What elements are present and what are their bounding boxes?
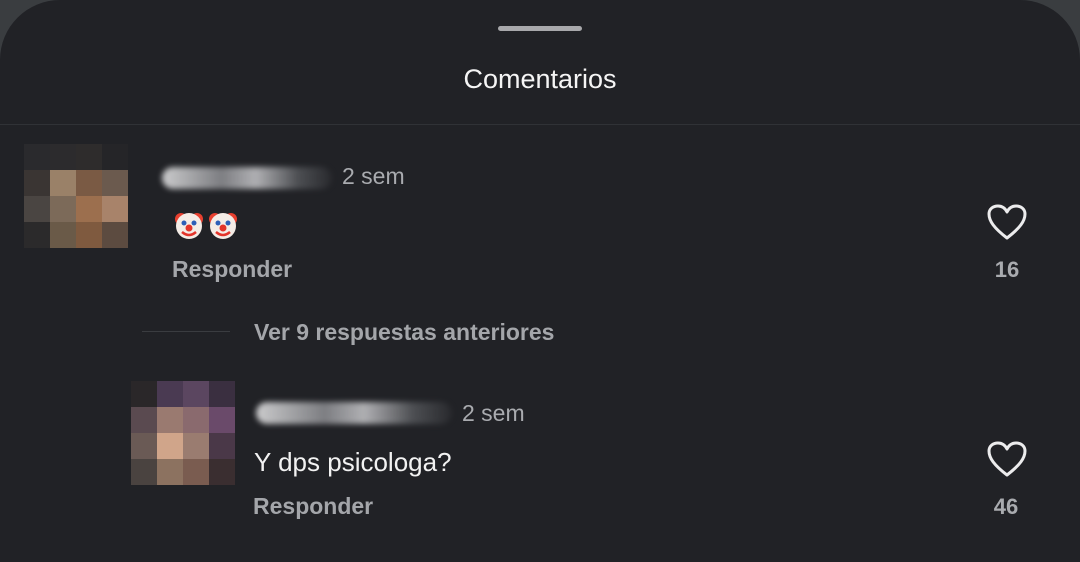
avatar[interactable] (131, 381, 235, 485)
comments-sheet: Comentarios 2 sem 🤡🤡 Responder 16 Ver 9 … (0, 0, 1080, 562)
heart-outline-icon[interactable] (986, 440, 1028, 478)
clown-emoji-icon (209, 213, 237, 239)
clown-emoji-icon (175, 213, 203, 239)
comment-time: 2 sem (462, 400, 525, 426)
view-previous-replies-button[interactable]: Ver 9 respuestas anteriores (254, 318, 554, 346)
drag-handle[interactable] (498, 26, 582, 31)
reply-button[interactable]: Responder (253, 492, 373, 520)
like-count: 16 (994, 257, 1020, 282)
comment-time: 2 sem (342, 163, 405, 189)
like-count: 46 (993, 494, 1019, 519)
sheet-title: Comentarios (463, 64, 617, 94)
header-divider (0, 124, 1080, 125)
username-redacted[interactable] (162, 167, 332, 189)
username-redacted[interactable] (256, 402, 452, 424)
thread-line (142, 331, 230, 332)
comment-text: Y dps psicologa? (254, 447, 452, 477)
heart-outline-icon[interactable] (986, 203, 1028, 241)
avatar[interactable] (24, 144, 128, 248)
reply-button[interactable]: Responder (172, 255, 292, 283)
